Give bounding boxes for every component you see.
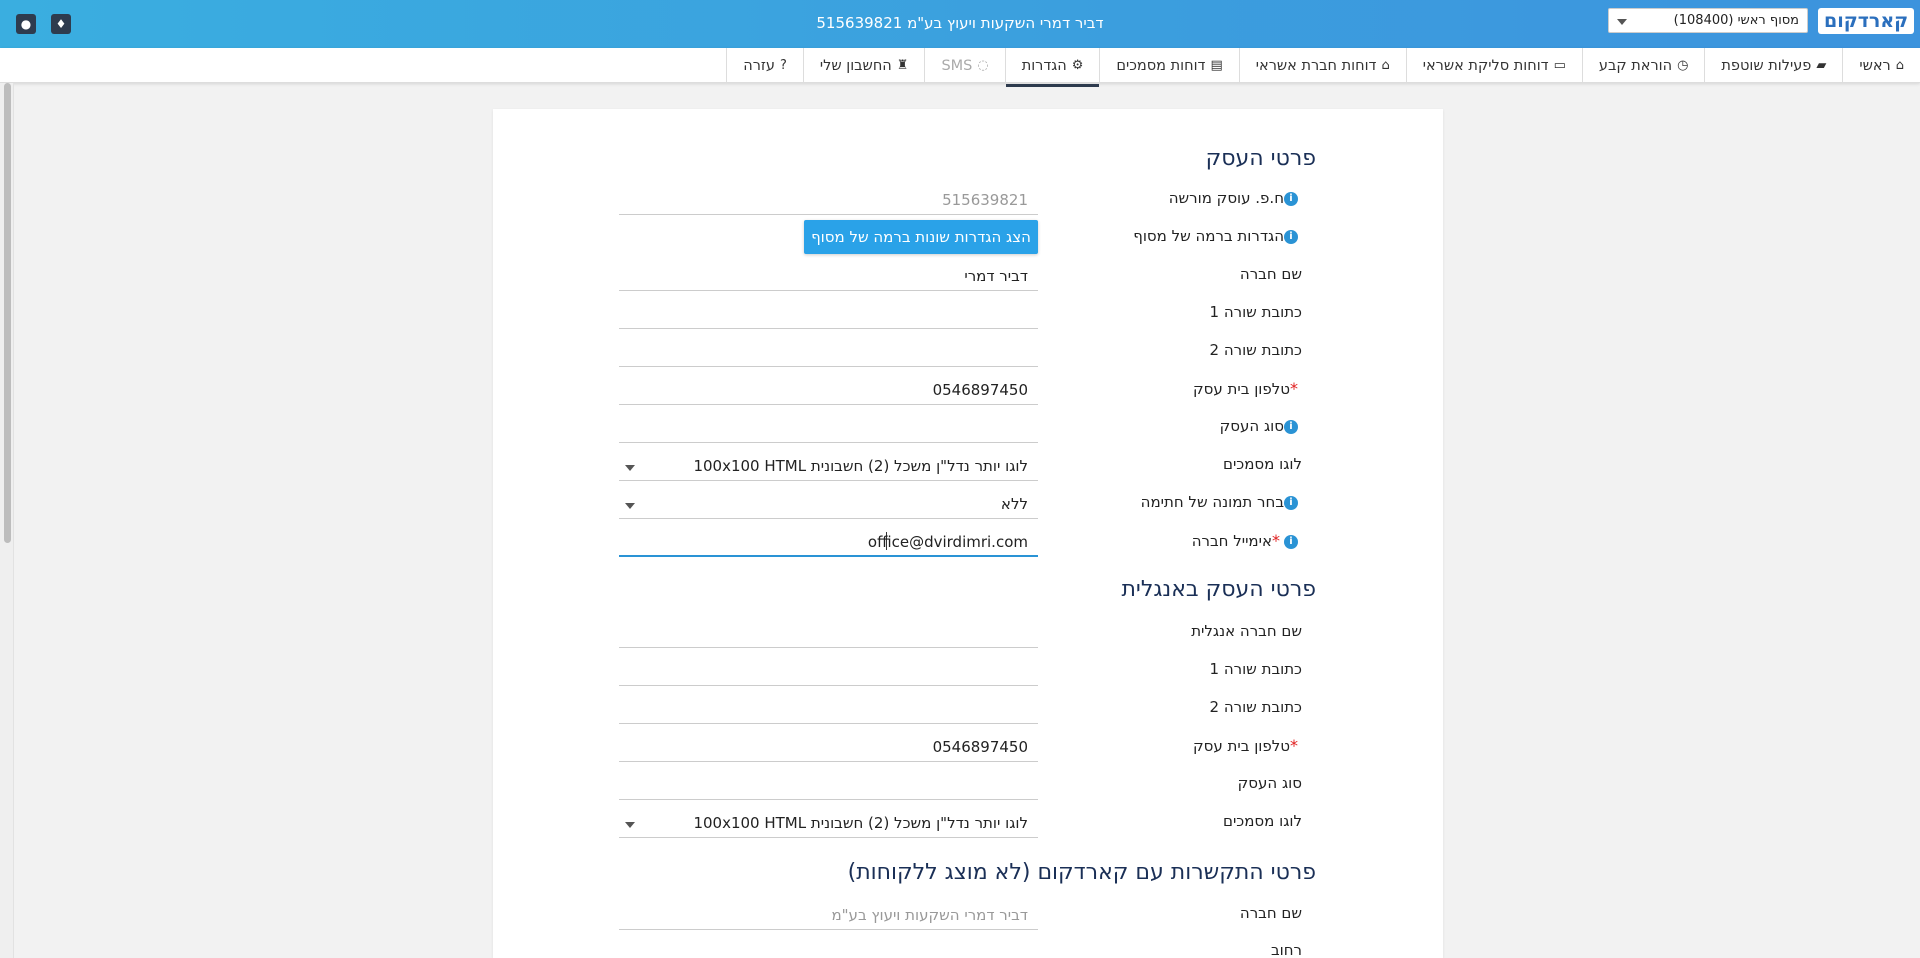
phone-en-field[interactable]: 0546897450 xyxy=(619,732,1038,762)
label-contact-company-name: שם חברה xyxy=(1239,904,1302,922)
nav-item-help[interactable]: ? עזרה xyxy=(726,48,803,83)
nav-label: דוחות מסמכים xyxy=(1116,57,1206,74)
address-2-en-field[interactable] xyxy=(619,694,1038,724)
business-type-en-field[interactable] xyxy=(619,770,1038,800)
email-field[interactable]: office@dvirdimri.com xyxy=(619,527,1038,557)
nav-label: עזרה xyxy=(743,57,775,74)
info-icon[interactable]: i xyxy=(1284,534,1298,549)
question-icon: ? xyxy=(780,58,787,73)
terminal-select[interactable]: מסוף ראשי (108400) xyxy=(1608,8,1808,33)
nav-item-my-account[interactable]: ♜ החשבון שלי xyxy=(802,48,925,83)
nav-label: דוחות סליקת אשראי xyxy=(1422,57,1549,74)
nav-label: החשבון שלי xyxy=(819,57,892,74)
nav-label: דוחות חברת אשראי xyxy=(1255,57,1377,74)
terminal-select-value: מסוף ראשי (108400) xyxy=(1673,13,1799,28)
required-asterisk: * xyxy=(1290,379,1298,398)
nav-item-settings[interactable]: ⚙ הגדרות xyxy=(1004,48,1100,87)
section-title-business-english: פרטי העסק באנגלית xyxy=(1121,577,1316,602)
field-value: דביר דמרי xyxy=(964,267,1028,285)
credit-card-icon: ▭ xyxy=(1553,58,1566,73)
chevron-down-icon xyxy=(625,822,635,828)
comment-icon: ◌ xyxy=(977,58,989,73)
label-street: רחוב xyxy=(1270,941,1302,958)
info-icon[interactable]: i xyxy=(1284,419,1298,434)
required-asterisk: * xyxy=(1290,736,1298,755)
info-icon[interactable]: i xyxy=(1284,191,1298,206)
cardcom-logo[interactable]: קארדקום xyxy=(1818,8,1915,34)
label-docs-logo-en: לוגו מסמכים xyxy=(1223,812,1302,830)
nav-item-ongoing[interactable]: ▰ פעילות שוטפת xyxy=(1704,48,1842,83)
briefcase-icon: ▰ xyxy=(1816,58,1827,73)
gears-icon: ⚙ xyxy=(1071,58,1084,73)
clock-icon: ◷ xyxy=(1677,58,1689,73)
nav-label: פעילות שוטפת xyxy=(1721,57,1812,74)
nav-item-credit-company-reports[interactable]: ⌂ דוחות חברת אשראי xyxy=(1238,48,1406,83)
label-phone: *טלפון בית עסק xyxy=(1193,379,1298,398)
field-value: 515639821 xyxy=(942,191,1028,209)
document-icon: ▤ xyxy=(1210,58,1223,73)
nav-item-document-reports[interactable]: ▤ דוחות מסמכים xyxy=(1099,48,1238,83)
chevron-down-icon xyxy=(625,465,635,471)
nav-label: SMS xyxy=(941,57,973,74)
nav-item-sms[interactable]: ◌ SMS xyxy=(924,48,1004,83)
scrollbar-thumb[interactable] xyxy=(4,83,11,543)
business-type-field[interactable] xyxy=(619,413,1038,443)
chevron-down-icon xyxy=(1617,19,1627,25)
show-terminal-settings-button[interactable]: הצג הגדרות שונות ברמה של מסוף xyxy=(804,220,1038,254)
label-signature: iבחר תמונה של חתימה xyxy=(1141,493,1302,511)
address-1-en-field[interactable] xyxy=(619,656,1038,686)
field-value: office@dvirdimri.com xyxy=(867,533,1028,551)
label-email: i*אימייל חברה xyxy=(1192,531,1302,550)
main-nav: ⌂ ראשי ▰ פעילות שוטפת ◷ הוראת קבע ▭ דוחו… xyxy=(0,48,1920,87)
label-address-1: כתובת שורה 1 xyxy=(1209,303,1302,321)
field-value: 0546897450 xyxy=(932,738,1028,756)
section-title-contact: פרטי התקשרות עם קארדקום (לא מוצג ללקוחות… xyxy=(847,860,1316,885)
field-value: לוגו יותר נדל"ן משכל (2) חשבונית 100x100… xyxy=(693,814,1028,832)
dealer-id-field[interactable]: 515639821 xyxy=(619,185,1038,215)
nav-label: הוראת קבע xyxy=(1598,57,1673,74)
field-value: 0546897450 xyxy=(932,381,1028,399)
top-header: ● ♦ דביר דמרי השקעות ויעוץ בע"מ 51563982… xyxy=(0,0,1920,48)
field-value: דביר דמרי השקעות ויעוץ בע"מ xyxy=(831,906,1028,924)
home-icon: ⌂ xyxy=(1895,58,1904,73)
bank-icon: ⌂ xyxy=(1381,58,1390,73)
contact-company-name-field[interactable]: דביר דמרי השקעות ויעוץ בע"מ xyxy=(619,900,1038,930)
label-address-2-en: כתובת שורה 2 xyxy=(1209,698,1302,716)
docs-logo-en-select[interactable]: לוגו יותר נדל"ן משכל (2) חשבונית 100x100… xyxy=(619,808,1038,838)
nav-label: הגדרות xyxy=(1021,57,1067,74)
label-phone-en: *טלפון בית עסק xyxy=(1193,736,1298,755)
label-business-type: iסוג העסק xyxy=(1220,417,1302,435)
signature-select[interactable]: ללא xyxy=(619,489,1038,519)
section-title-business: פרטי העסק xyxy=(1205,146,1316,171)
address-1-field[interactable] xyxy=(619,299,1038,329)
label-business-type-en: סוג העסק xyxy=(1237,774,1302,792)
address-2-field[interactable] xyxy=(619,337,1038,367)
label-dealer-id: iח.פ. עוסק מורשה xyxy=(1169,189,1302,207)
label-address-2: כתובת שורה 2 xyxy=(1209,341,1302,359)
info-icon[interactable]: i xyxy=(1284,495,1298,510)
user-tie-icon: ♜ xyxy=(896,58,909,73)
nav-item-home[interactable]: ⌂ ראשי xyxy=(1842,48,1920,83)
info-icon[interactable]: i xyxy=(1284,229,1298,244)
label-company-name: שם חברה xyxy=(1239,265,1302,283)
company-name-en-field[interactable] xyxy=(619,618,1038,648)
field-value: ללא xyxy=(1000,495,1028,513)
field-value: לוגו יותר נדל"ן משכל (2) חשבונית 100x100… xyxy=(693,457,1028,475)
label-docs-logo: לוגו מסמכים xyxy=(1223,455,1302,473)
label-terminal-settings: iהגדרות ברמה של מסוף xyxy=(1133,227,1302,245)
page-scrollbar[interactable] xyxy=(0,83,14,958)
company-name-field[interactable]: דביר דמרי xyxy=(619,261,1038,291)
label-address-1-en: כתובת שורה 1 xyxy=(1209,660,1302,678)
chevron-down-icon xyxy=(625,503,635,509)
nav-item-standing-order[interactable]: ◷ הוראת קבע xyxy=(1581,48,1705,83)
required-asterisk: * xyxy=(1272,531,1280,550)
nav-label: ראשי xyxy=(1859,57,1891,74)
phone-field[interactable]: 0546897450 xyxy=(619,375,1038,405)
label-company-name-en: שם חברה אנגלית xyxy=(1191,622,1302,640)
nav-item-clearing-reports[interactable]: ▭ דוחות סליקת אשראי xyxy=(1405,48,1582,83)
docs-logo-select[interactable]: לוגו יותר נדל"ן משכל (2) חשבונית 100x100… xyxy=(619,451,1038,481)
